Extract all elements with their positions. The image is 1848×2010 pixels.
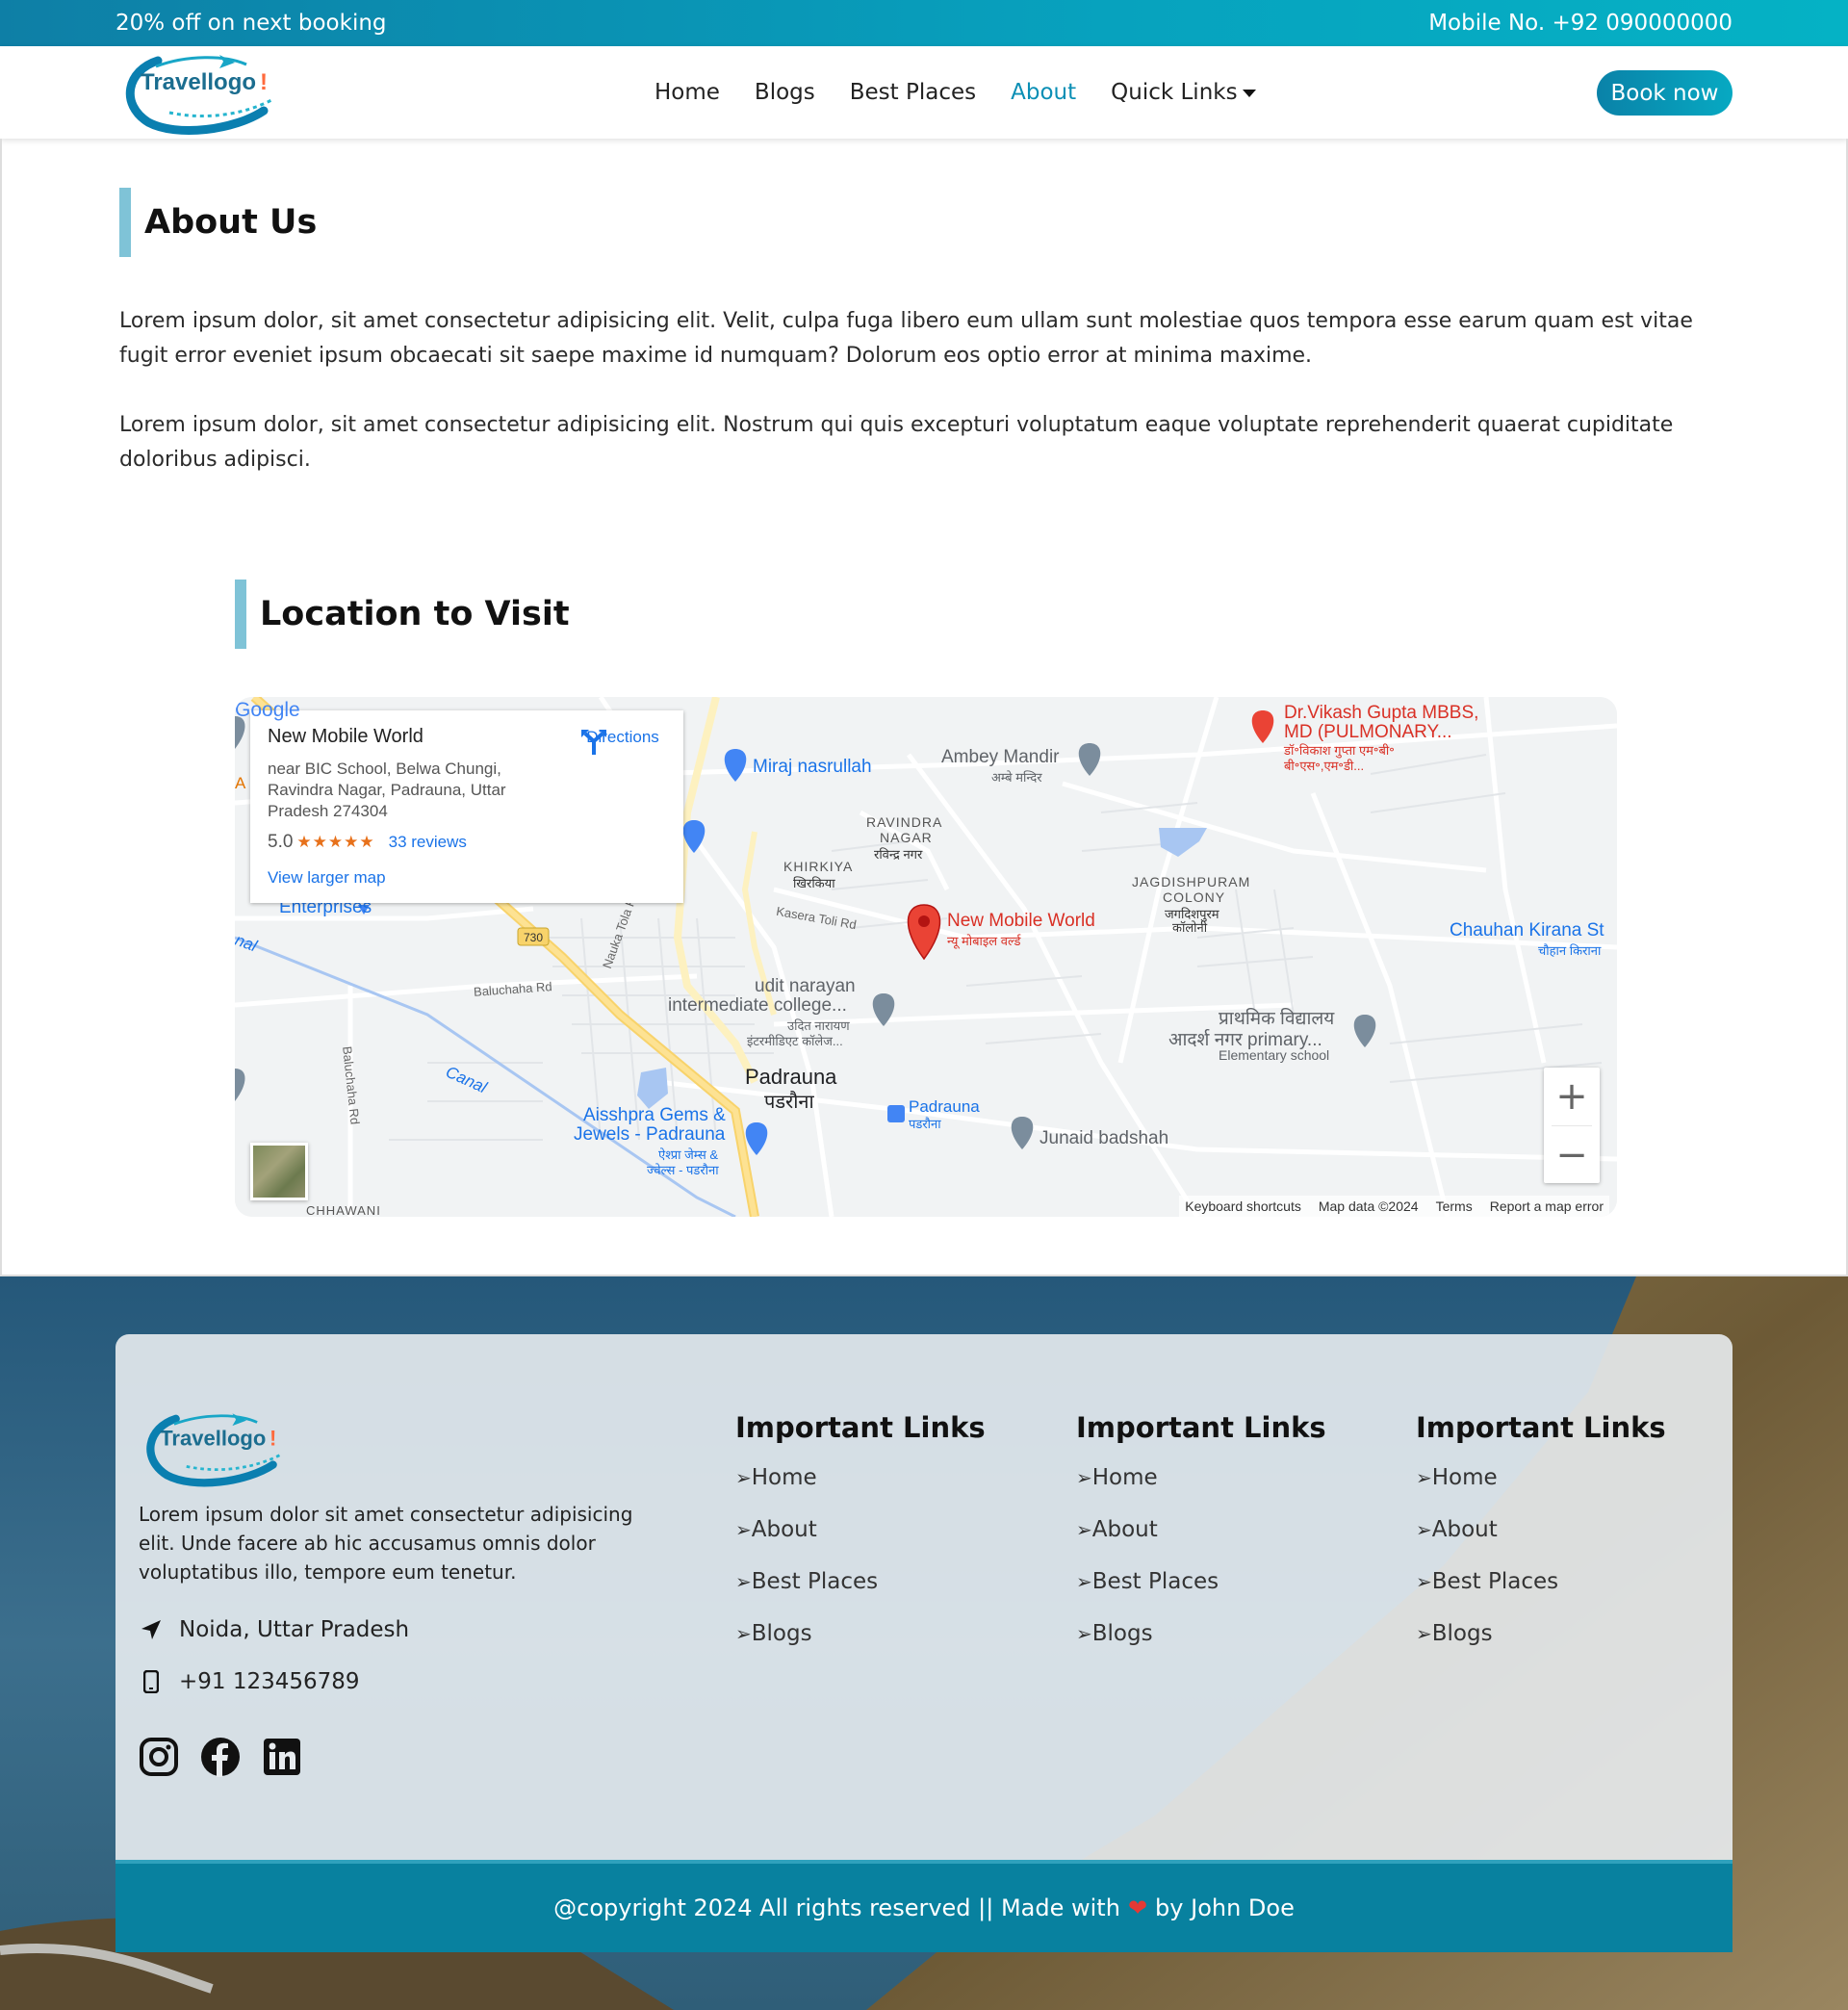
footer-link-home[interactable]: ➢Home — [1076, 1465, 1326, 1517]
navbar: Travellogo ! Home Blogs Best Places Abou… — [0, 46, 1848, 139]
nav-best-places[interactable]: Best Places — [850, 80, 976, 105]
nav-quick-links[interactable]: Quick Links — [1111, 80, 1256, 105]
rating-stars-icon: ★★★★★ — [296, 833, 375, 851]
arrow-icon: ➢ — [1076, 1466, 1092, 1489]
about-paragraph-1: Lorem ipsum dolor, sit amet consectetur … — [119, 309, 1693, 368]
footer-link-best-places[interactable]: ➢Best Places — [1416, 1569, 1666, 1621]
zoom-out-button[interactable]: − — [1544, 1126, 1600, 1184]
footer-link-blogs[interactable]: ➢Blogs — [735, 1621, 986, 1673]
footer-links-column-1: Important Links ➢Home ➢About ➢Best Place… — [735, 1411, 986, 1673]
instagram-icon[interactable] — [139, 1737, 179, 1777]
footer: Travellogo ! Lorem ipsum dolor sit amet … — [0, 1276, 1848, 2010]
keyboard-shortcuts-link[interactable]: Keyboard shortcuts — [1185, 1198, 1301, 1214]
footer-link-about[interactable]: ➢About — [735, 1517, 986, 1569]
svg-text:730: 730 — [524, 931, 543, 944]
footer-description: Lorem ipsum dolor sit amet consectetur a… — [139, 1503, 633, 1584]
svg-text:Google: Google — [235, 699, 300, 721]
logo-text: Travellogo — [141, 69, 256, 95]
svg-text:!: ! — [260, 69, 268, 95]
arrow-icon: ➢ — [1416, 1622, 1432, 1645]
title-accent-bar — [235, 580, 246, 649]
place-info-card: New Mobile World near BIC School, Belwa … — [250, 710, 683, 903]
nav-links: Home Blogs Best Places About Quick Links — [654, 46, 1256, 139]
directions-button[interactable]: Directions — [579, 728, 666, 755]
heart-icon: ❤ — [1127, 1894, 1148, 1921]
place-rating: 5.0 ★★★★★ 33 reviews — [268, 832, 467, 852]
arrow-icon: ➢ — [1416, 1518, 1432, 1541]
footer-link-home[interactable]: ➢Home — [735, 1465, 986, 1517]
footer-link-about[interactable]: ➢About — [1076, 1517, 1326, 1569]
arrow-icon: ➢ — [735, 1622, 752, 1645]
arrow-icon: ➢ — [1416, 1466, 1432, 1489]
title-accent-bar — [119, 188, 131, 257]
book-now-button[interactable]: Book now — [1597, 70, 1732, 116]
terms-link[interactable]: Terms — [1436, 1198, 1473, 1214]
map-attribution: Keyboard shortcuts Map data ©2024 Terms … — [1179, 1196, 1609, 1217]
about-paragraph-2: Lorem ipsum dolor, sit amet consectetur … — [119, 413, 1674, 472]
footer-phone: +91 123456789 — [139, 1669, 360, 1694]
zoom-in-button[interactable]: + — [1544, 1068, 1600, 1125]
svg-text:Travellogo: Travellogo — [160, 1426, 266, 1450]
arrow-icon: ➢ — [735, 1570, 752, 1593]
linkedin-icon[interactable] — [262, 1737, 302, 1777]
arrow-icon: ➢ — [1416, 1570, 1432, 1593]
arrow-icon: ➢ — [1076, 1518, 1092, 1541]
google-logo: Google — [235, 699, 300, 721]
zoom-controls: + − — [1544, 1068, 1600, 1183]
place-name: New Mobile World — [268, 726, 424, 747]
embedded-map[interactable]: 730 Miraj nasrullah Ambey Mandir अम्बे म… — [235, 697, 1617, 1217]
report-map-error-link[interactable]: Report a map error — [1490, 1198, 1604, 1214]
facebook-icon[interactable] — [200, 1737, 241, 1777]
footer-links-column-2: Important Links ➢Home ➢About ➢Best Place… — [1076, 1411, 1326, 1673]
social-links — [139, 1737, 302, 1777]
footer-link-best-places[interactable]: ➢Best Places — [735, 1569, 986, 1621]
promo-text: 20% off on next booking — [116, 11, 387, 36]
place-address: near BIC School, Belwa Chungi, Ravindra … — [268, 760, 506, 820]
reviews-link[interactable]: 33 reviews — [389, 833, 467, 851]
top-bar: 20% off on next booking Mobile No. +92 0… — [0, 0, 1848, 46]
footer-address: Noida, Uttar Pradesh — [139, 1617, 409, 1642]
view-larger-map-link[interactable]: View larger map — [268, 868, 386, 888]
footer-logo[interactable]: Travellogo ! — [141, 1409, 291, 1488]
location-arrow-icon — [139, 1618, 164, 1641]
location-title: Location to Visit — [235, 580, 570, 649]
footer-link-blogs[interactable]: ➢Blogs — [1416, 1621, 1666, 1673]
footer-link-home[interactable]: ➢Home — [1416, 1465, 1666, 1517]
map-data-text: Map data ©2024 — [1318, 1198, 1419, 1214]
caret-down-icon — [1242, 89, 1256, 97]
arrow-icon: ➢ — [1076, 1622, 1092, 1645]
mobile-phone-icon — [139, 1670, 164, 1693]
brand-logo[interactable]: Travellogo ! — [119, 51, 283, 136]
svg-text:!: ! — [270, 1426, 276, 1450]
nav-about[interactable]: About — [1011, 80, 1076, 105]
arrow-icon: ➢ — [1076, 1570, 1092, 1593]
satellite-toggle[interactable] — [250, 1143, 308, 1200]
footer-link-best-places[interactable]: ➢Best Places — [1076, 1569, 1326, 1621]
footer-link-about[interactable]: ➢About — [1416, 1517, 1666, 1569]
arrow-icon: ➢ — [735, 1518, 752, 1541]
nav-blogs[interactable]: Blogs — [755, 80, 815, 105]
about-title: About Us — [119, 188, 317, 257]
directions-icon — [581, 730, 606, 755]
nav-home[interactable]: Home — [654, 80, 720, 105]
main-content: About Us Lorem ipsum dolor, sit amet con… — [0, 139, 1848, 1276]
copyright-bar: @copyright 2024 All rights reserved || M… — [116, 1860, 1732, 1952]
arrow-icon: ➢ — [735, 1466, 752, 1489]
footer-links-column-3: Important Links ➢Home ➢About ➢Best Place… — [1416, 1411, 1666, 1673]
contact-phone: Mobile No. +92 090000000 — [1428, 11, 1732, 36]
footer-link-blogs[interactable]: ➢Blogs — [1076, 1621, 1326, 1673]
